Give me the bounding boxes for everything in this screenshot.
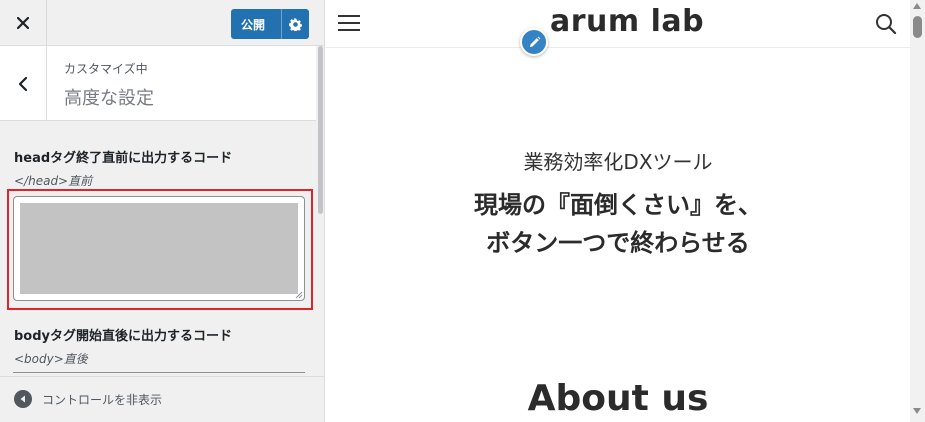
customizer-footer: コントロールを非表示: [0, 376, 324, 422]
head-code-description: </head>直前: [14, 174, 93, 188]
arrow-left-circle-icon: [14, 390, 32, 408]
preview-scrollbar[interactable]: [910, 0, 925, 422]
search-icon: [876, 14, 897, 35]
site-preview: arum lab 業務効率化DXツール 現場の『面倒くさい』を、 ボタン一つで終…: [326, 0, 910, 422]
head-code-textarea[interactable]: [13, 196, 305, 301]
chevron-left-icon: [18, 76, 28, 91]
site-title[interactable]: arum lab: [550, 4, 704, 39]
body-code-title: bodyタグ開始直後に出力するコード: [14, 329, 233, 344]
head-code-content: [20, 203, 298, 294]
customizing-label: カスタマイズ中: [64, 62, 148, 76]
scroll-up-arrow-icon[interactable]: [913, 3, 921, 9]
search-button[interactable]: [874, 12, 898, 36]
hero-headline-line2: ボタン一つで終わらせる: [486, 229, 750, 257]
collapse-sidebar-button[interactable]: コントロールを非表示: [14, 390, 162, 408]
resize-grip-icon[interactable]: [295, 291, 303, 299]
customizer-sidebar: 公開 カスタマイズ中 高度な設定 headタグ終了直前に出力するコード </he…: [0, 0, 325, 422]
edit-shortcut-button[interactable]: [520, 28, 548, 56]
close-customizer-button[interactable]: [0, 0, 47, 46]
section-header: カスタマイズ中 高度な設定: [0, 46, 316, 121]
hero-subtitle: 業務効率化DXツール: [523, 150, 713, 174]
hero-headline-line1: 現場の『面倒くさい』を、: [474, 191, 762, 219]
site-header: arum lab: [326, 0, 910, 56]
gear-icon: [289, 17, 302, 31]
sidebar-scrollbar[interactable]: [316, 46, 324, 376]
collapse-sidebar-label: コントロールを非表示: [42, 392, 163, 407]
customizer-header: 公開: [0, 0, 324, 46]
section-title: 高度な設定: [64, 88, 154, 109]
menu-icon[interactable]: [338, 14, 360, 32]
head-code-title: headタグ終了直前に出力するコード: [14, 151, 233, 166]
publish-label: 公開: [241, 17, 266, 32]
scroll-down-arrow-icon[interactable]: [913, 408, 921, 414]
about-heading: About us: [527, 378, 709, 419]
pencil-icon: [529, 36, 540, 47]
preview-scrollbar-thumb[interactable]: [913, 16, 922, 38]
body-code-description: <body>直後: [14, 352, 88, 366]
close-icon: [17, 17, 29, 29]
publish-settings-button[interactable]: [282, 17, 309, 31]
sidebar-scrollbar-thumb[interactable]: [318, 46, 323, 214]
publish-button[interactable]: 公開: [231, 9, 309, 39]
back-button[interactable]: [0, 46, 47, 121]
